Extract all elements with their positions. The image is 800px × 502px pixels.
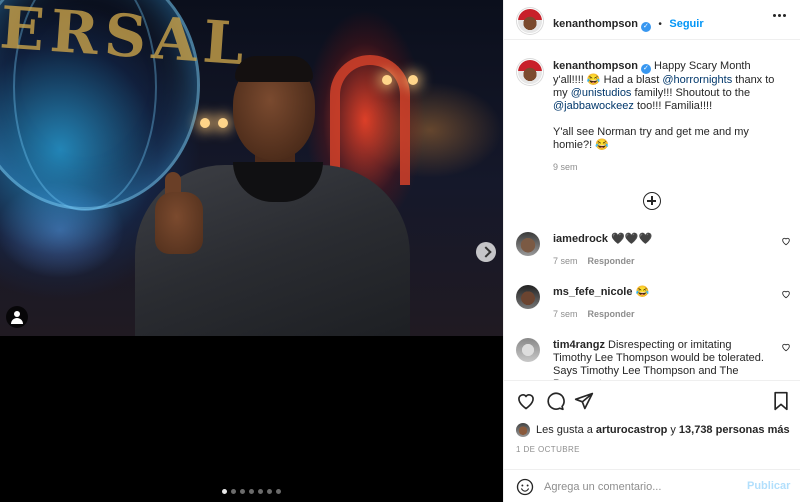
commenter-avatar[interactable] — [516, 338, 540, 362]
post-header: kenanthompson ✓ • Seguir — [504, 0, 800, 40]
carousel-dot — [240, 489, 245, 494]
carousel-dots — [0, 489, 503, 494]
post-photo[interactable]: ERSAL — [0, 0, 503, 336]
caption-username[interactable]: kenanthompson — [553, 60, 638, 72]
caption-text: too!!! Familia!!!! — [633, 100, 713, 112]
post-caption: kenanthompson ✓ Happy Scary Month y'all!!… — [553, 60, 781, 174]
like-comment-heart-icon[interactable] — [781, 289, 791, 299]
caption-paragraph: Y'all see Norman try and get me and my h… — [553, 126, 749, 151]
carousel-dot — [258, 489, 263, 494]
load-more-comments-icon[interactable] — [643, 192, 661, 210]
mention-link[interactable]: @jabbawockeez — [553, 100, 634, 112]
like-comment-heart-icon[interactable] — [781, 342, 791, 352]
carousel-dot — [249, 489, 254, 494]
mention-link[interactable]: @unistudios — [571, 87, 632, 99]
share-paper-plane-icon[interactable] — [574, 391, 594, 411]
person-figure — [115, 56, 415, 336]
carousel-dot — [222, 489, 227, 494]
carousel-dot — [267, 489, 272, 494]
follow-button[interactable]: Seguir — [669, 18, 703, 30]
post-date[interactable]: 1 DE OCTUBRE — [516, 445, 580, 454]
mention-link[interactable]: @horrornights — [662, 74, 732, 86]
commenter-username[interactable]: iamedrock — [553, 233, 608, 245]
comment-time[interactable]: 7 sem — [553, 309, 578, 319]
caption-text: family!!! Shoutout to the — [631, 87, 751, 99]
likes-count-link[interactable]: 13,738 personas más — [679, 424, 790, 436]
likes-summary: Les gusta a arturocastrop y 13,738 perso… — [516, 423, 790, 437]
commenter-username[interactable]: tim4rangz — [553, 339, 605, 351]
like-heart-icon[interactable] — [516, 391, 536, 411]
post-media: ERSAL — [0, 0, 503, 502]
carousel-dot — [231, 489, 236, 494]
comment-time[interactable]: 7 sem — [553, 256, 578, 266]
verified-badge-icon: ✓ — [640, 64, 651, 74]
reply-button[interactable]: Responder — [588, 309, 635, 319]
likes-middle: y — [670, 424, 676, 436]
author-username[interactable]: kenanthompson — [553, 18, 638, 30]
more-options-icon[interactable] — [773, 14, 786, 17]
commenter-avatar[interactable] — [516, 285, 540, 309]
commenter-avatar[interactable] — [516, 232, 540, 256]
liker-avatar[interactable] — [516, 423, 530, 437]
commenter-username[interactable]: ms_fefe_nicole — [553, 286, 632, 298]
comment-bubble-icon[interactable] — [545, 391, 565, 411]
author-avatar[interactable] — [518, 9, 542, 33]
add-comment-bar: Publicar — [504, 469, 800, 502]
save-bookmark-icon[interactable] — [771, 391, 791, 411]
reply-button[interactable]: Responder — [588, 256, 635, 266]
comments-scroll-area[interactable]: kenanthompson ✓ Happy Scary Month y'all!!… — [504, 41, 800, 380]
carousel-dot — [276, 489, 281, 494]
like-comment-heart-icon[interactable] — [781, 236, 791, 246]
post-actions: Les gusta a arturocastrop y 13,738 perso… — [504, 380, 800, 502]
post-side-panel: kenanthompson ✓ • Seguir kenanthompson ✓ H… — [503, 0, 800, 502]
tagged-user-icon[interactable] — [6, 306, 28, 328]
post-comment-button[interactable]: Publicar — [747, 480, 790, 492]
separator-dot: • — [658, 19, 662, 30]
caption-author-avatar[interactable] — [518, 60, 542, 84]
comment-input[interactable] — [544, 477, 734, 497]
next-slide-arrow-icon[interactable] — [476, 242, 496, 262]
verified-badge-icon: ✓ — [640, 22, 651, 32]
likes-prefix: Les gusta a — [536, 424, 593, 436]
liker-username[interactable]: arturocastrop — [596, 424, 668, 436]
caption-timestamp[interactable]: 9 sem — [553, 161, 781, 174]
comment-text: 😂 — [632, 286, 650, 298]
header-user-line: kenanthompson ✓ • Seguir — [553, 14, 704, 32]
emoji-smiley-icon[interactable] — [516, 478, 534, 496]
comment-text: 🖤🖤🖤 — [608, 233, 653, 245]
